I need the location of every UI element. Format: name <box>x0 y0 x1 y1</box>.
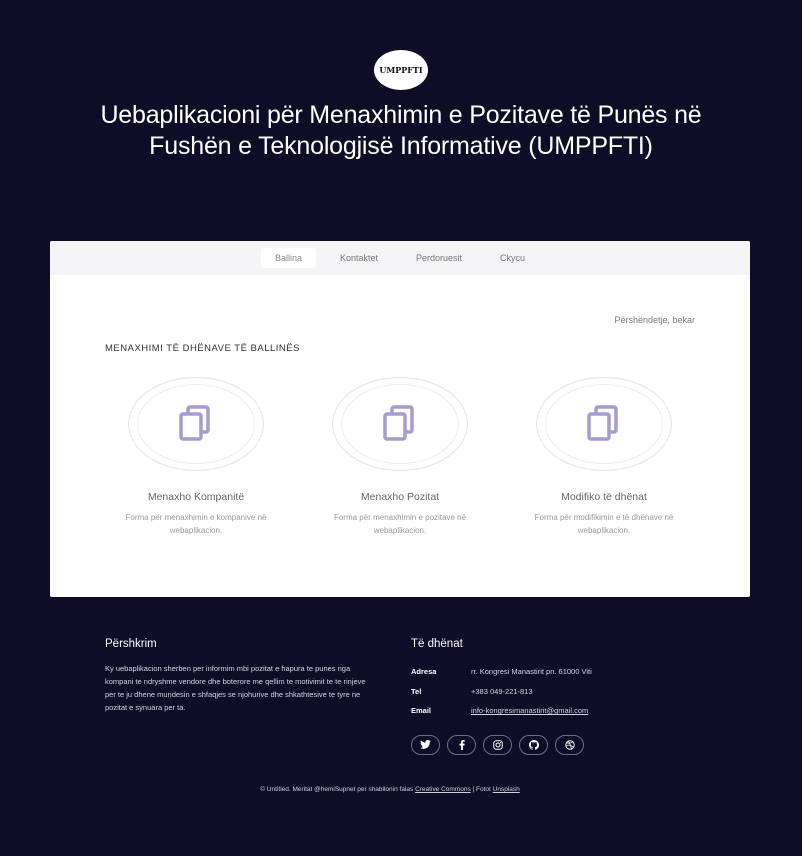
instagram-icon[interactable] <box>483 734 512 755</box>
feature-icon-ring <box>332 377 468 471</box>
copy-icon <box>179 405 210 441</box>
nav-item-ballina[interactable]: Ballina <box>260 248 316 268</box>
footer-info: Të dhënat Adresa rr. Kongresi Manastirit… <box>411 638 711 755</box>
copyright-separator: | Fotot <box>472 786 493 793</box>
address-value: rr. Kongresi Manastirit pn. 61000 Viti <box>471 667 592 677</box>
info-row-address: Adresa rr. Kongresi Manastirit pn. 61000… <box>411 662 711 682</box>
unsplash-link[interactable]: Unsplash <box>493 786 520 793</box>
phone-label: Tel <box>411 686 422 696</box>
feature-manage-positions[interactable]: Menaxho Pozitat Forma për menaxhimin e p… <box>300 377 500 537</box>
feature-manage-companies[interactable]: Menaxho Kompanitë Forma për menaxhimin e… <box>96 377 296 537</box>
phone-value: +383 049-221-813 <box>471 686 533 696</box>
email-label: Email <box>411 706 432 716</box>
nav-item-ckycu[interactable]: Ckycu <box>486 248 539 268</box>
footer-about-heading: Përshkrim <box>105 638 157 650</box>
twitter-icon[interactable] <box>411 734 440 755</box>
copyright-line: © Untitled. Meritat @hemiSupnet per shab… <box>0 786 780 793</box>
feature-title: Modifiko të dhënat <box>561 491 647 503</box>
dribbble-icon[interactable] <box>555 734 584 755</box>
main-nav: Ballina Kontaktet Perdoruesit Ckycu <box>50 241 750 275</box>
feature-description: Forma për menaxhimin e pozitave në webap… <box>333 513 467 535</box>
info-row-phone: Tel +383 049-221-813 <box>411 682 711 702</box>
nav-item-kontaktet[interactable]: Kontaktet <box>326 248 392 268</box>
copyright-text: © Untitled. Meritat @hemiSupnet per shab… <box>260 786 414 793</box>
feature-title: Menaxho Pozitat <box>360 491 440 503</box>
user-greeting: Përshëndetje, bekar <box>614 315 695 325</box>
facebook-icon[interactable] <box>447 734 476 755</box>
info-row-email: Email info-kongresimanastirit@gmail.com <box>411 701 711 721</box>
footer-info-heading: Të dhënat <box>411 638 463 650</box>
logo-text: UMPPFTI <box>379 65 423 75</box>
feature-icon-ring <box>536 377 672 471</box>
feature-modify-data[interactable]: Modifiko të dhënat Forma për modifikimin… <box>504 377 704 537</box>
feature-icon-ring <box>128 377 264 471</box>
main-panel: Ballina Kontaktet Perdoruesit Ckycu Përs… <box>50 241 750 597</box>
site-logo[interactable]: UMPPFTI <box>374 50 428 90</box>
address-label: Adresa <box>411 667 437 677</box>
creative-commons-link[interactable]: Creative Commons <box>415 786 471 793</box>
feature-description: Forma për modifikimin e të dhënave në we… <box>534 513 674 535</box>
copy-icon <box>383 405 414 441</box>
section-heading: MENAXHIMI TË DHËNAVE TË BALLINËS <box>105 343 300 354</box>
copy-icon <box>587 405 618 441</box>
nav-item-perdoruesit[interactable]: Perdoruesit <box>402 248 476 268</box>
footer-about: Përshkrim Ky uebaplikacion sherben per i… <box>105 638 375 714</box>
github-icon[interactable] <box>519 734 548 755</box>
social-links <box>411 734 711 755</box>
email-link[interactable]: info-kongresimanastirit@gmail.com <box>471 706 588 715</box>
footer-about-text: Ky uebaplikacion sherben per informim mb… <box>105 664 366 712</box>
feature-title: Menaxho Kompanitë <box>147 491 245 503</box>
page-title: Uebaplikacioni për Menaxhimin e Pozitave… <box>100 101 702 160</box>
feature-description: Forma për menaxhimin e kompanive në weba… <box>125 513 267 535</box>
